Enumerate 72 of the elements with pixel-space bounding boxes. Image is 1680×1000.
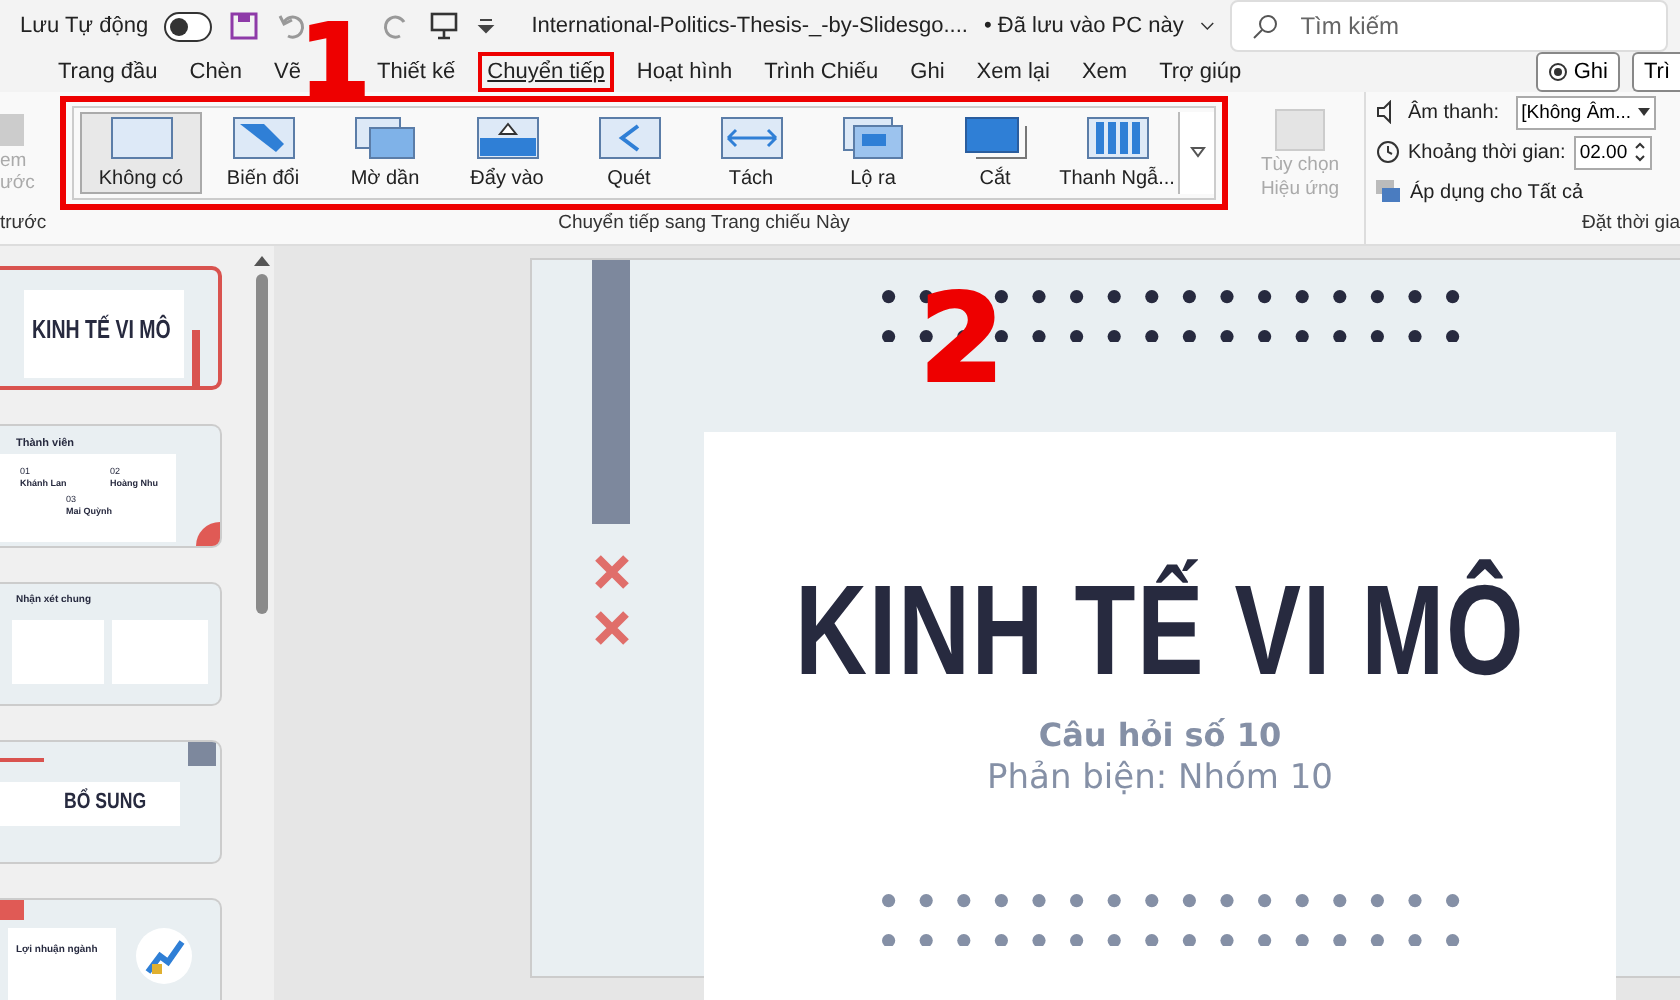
thumbnail-title: BỔ SUNG bbox=[64, 790, 147, 814]
group-label: Chuyển tiếp sang Trang chiếu Này bbox=[556, 212, 852, 238]
slide-transition-icon bbox=[963, 116, 1027, 160]
group-label: Đặt thời gia bbox=[1579, 212, 1680, 238]
document-title: International-Politics-Thesis-_-by-Slidesgo.... bbox=[531, 14, 968, 38]
transition-option[interactable]: Lộ ra bbox=[812, 112, 934, 194]
scrollbar-thumb[interactable] bbox=[256, 274, 268, 614]
apply-all-icon bbox=[1376, 180, 1402, 204]
spinner-arrows-icon bbox=[1633, 140, 1646, 164]
save-icon bbox=[227, 10, 260, 42]
sound-dropdown[interactable]: [Không Âm... bbox=[1515, 95, 1656, 129]
undo-icon bbox=[275, 10, 308, 42]
chevron-down-icon bbox=[1199, 20, 1215, 32]
ribbon-tab[interactable]: Trình Chiếu bbox=[754, 52, 889, 92]
effect-options-icon bbox=[1274, 108, 1326, 152]
autosave-label: Lưu Tự động bbox=[20, 14, 149, 38]
slide-title: KINH TẾ VI MÔ bbox=[794, 556, 1526, 704]
slide-transition-icon bbox=[109, 116, 173, 160]
slide-transition-icon bbox=[719, 116, 783, 160]
slide-transition-icon bbox=[231, 116, 295, 160]
transition-option[interactable]: Không có bbox=[80, 112, 202, 194]
ribbon-tab[interactable]: Ghi bbox=[900, 52, 955, 92]
ribbon-tab[interactable]: Trợ giúp bbox=[1149, 52, 1252, 92]
group-label: trước bbox=[0, 212, 49, 238]
ribbon-tab[interactable]: Trang đầu bbox=[48, 52, 168, 92]
duration-label: Khoảng thời gian: bbox=[1408, 141, 1566, 163]
search-icon bbox=[1252, 12, 1281, 40]
ribbon-tab[interactable]: Hoạt hình bbox=[626, 52, 743, 92]
transition-option[interactable]: Mờ dần bbox=[324, 112, 446, 194]
sound-label: Âm thanh: bbox=[1408, 101, 1500, 123]
slide-subtitle: Câu hỏi số 10 bbox=[1038, 716, 1282, 754]
transition-option[interactable]: Quét bbox=[568, 112, 690, 194]
save-status[interactable]: • Đã lưu vào PC này bbox=[983, 14, 1184, 38]
ribbon-tab[interactable]: Xem lại bbox=[966, 52, 1060, 92]
autosave-toggle[interactable] bbox=[164, 11, 212, 41]
slide-transition-icon bbox=[597, 116, 661, 160]
transition-option[interactable]: Thanh Ngẫ... bbox=[1056, 112, 1178, 194]
ribbon-tab[interactable]: Xem bbox=[1071, 52, 1138, 92]
transition-option[interactable]: Đẩy vào bbox=[446, 112, 568, 194]
scroll-up-icon bbox=[254, 254, 270, 266]
chart-icon bbox=[136, 928, 192, 984]
step-number: 2 bbox=[920, 280, 1004, 400]
record-icon bbox=[1547, 62, 1568, 82]
ribbon-tab[interactable]: Chuyển tiếp bbox=[477, 52, 615, 92]
slide-transition-icon bbox=[1085, 116, 1149, 160]
search-field[interactable]: Tìm kiếm bbox=[1230, 0, 1668, 52]
apply-all-button[interactable]: Áp dụng cho Tất cả bbox=[1410, 181, 1584, 203]
gallery-more-button[interactable] bbox=[1178, 112, 1214, 194]
preview-button-label: em bbox=[0, 150, 27, 172]
transition-option[interactable]: Tách bbox=[690, 112, 812, 194]
presentation-icon bbox=[427, 10, 460, 42]
cross-marks-drawing bbox=[594, 554, 630, 646]
slide-transition-icon bbox=[353, 116, 417, 160]
slide-caption: Phản biện: Nhóm 10 bbox=[987, 758, 1333, 798]
record-button[interactable]: Ghi bbox=[1535, 52, 1620, 92]
transition-option[interactable]: Cắt bbox=[934, 112, 1056, 194]
caret-icon bbox=[1637, 106, 1650, 118]
caret-icon bbox=[1189, 143, 1205, 159]
slide-thumbnail[interactable]: KINH TẾ VI MÔ bbox=[0, 266, 222, 390]
present-button[interactable]: Trì bbox=[1631, 52, 1680, 92]
slide-transition-icon bbox=[841, 116, 905, 160]
thumbnail-title: KINH TẾ VI MÔ bbox=[32, 314, 171, 344]
duration-spinner[interactable]: 02.00 bbox=[1573, 135, 1652, 169]
preview-button-label: ước bbox=[0, 172, 35, 194]
ribbon-tab[interactable]: Thiết kế bbox=[367, 52, 466, 92]
transition-option[interactable]: Biến đổi bbox=[202, 112, 324, 194]
ribbon-tab[interactable]: Chèn bbox=[179, 52, 253, 92]
slide-transition-icon bbox=[475, 116, 539, 160]
clock-icon bbox=[1376, 140, 1400, 164]
preview-icon bbox=[0, 110, 28, 150]
slide-thumbnail[interactable]: BỔ SUNG bbox=[0, 740, 222, 864]
search-input[interactable]: Tìm kiếm bbox=[1296, 10, 1646, 42]
